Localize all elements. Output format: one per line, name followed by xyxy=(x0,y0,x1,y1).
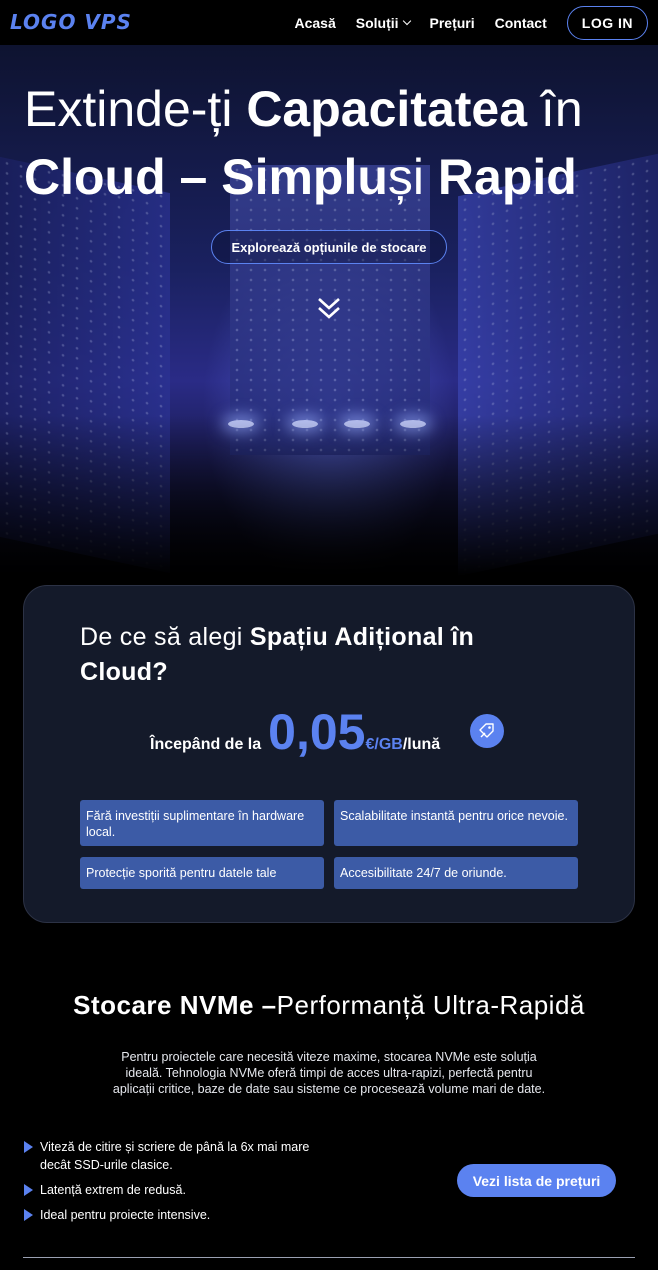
nvme-benefits-list: Viteză de citire și scriere de până la 6… xyxy=(24,1138,324,1231)
login-button[interactable]: LOG IN xyxy=(566,6,648,40)
nvme-section-title: Stocare NVMe –Performanță Ultra-Rapidă xyxy=(73,990,585,1020)
list-item: Viteză de citire și scriere de până la 6… xyxy=(24,1138,324,1174)
card-title: De ce să alegi Spațiu Adițional în Cloud… xyxy=(80,623,475,686)
double-chevron-down-icon[interactable] xyxy=(316,295,342,321)
feature-no-investment: Fără investiții suplimentare în hardware… xyxy=(80,800,324,846)
section-divider xyxy=(23,1257,635,1258)
nav-item-prices[interactable]: Prețuri xyxy=(430,15,475,31)
list-item: Ideal pentru proiecte intensive. xyxy=(24,1206,324,1224)
price-tag-icon xyxy=(470,714,504,748)
explore-storage-button[interactable]: Explorează opțiunile de stocare xyxy=(211,230,447,264)
logo[interactable]: LOGO VPS xyxy=(10,10,132,34)
bullet-triangle-icon xyxy=(24,1209,33,1221)
main-nav: Acasă Soluții Prețuri Contact LOG IN xyxy=(294,6,648,40)
view-price-list-button[interactable]: Vezi lista de prețuri xyxy=(457,1164,616,1197)
bullet-triangle-icon xyxy=(24,1184,33,1196)
why-cloud-card: De ce să alegi Spațiu Adițional în Cloud… xyxy=(23,585,635,923)
feature-protection: Protecție sporită pentru datele tale xyxy=(80,857,324,889)
nav-item-home[interactable]: Acasă xyxy=(294,15,335,31)
nav-item-contact[interactable]: Contact xyxy=(495,15,547,31)
feature-accessibility: Accesibilitate 24/7 de oriunde. xyxy=(334,857,578,889)
chevron-down-icon xyxy=(402,16,411,26)
feature-scalability: Scalabilitate instantă pentru orice nevo… xyxy=(334,800,578,846)
hero-title: Extinde-ți Capacitatea în Cloud – Simplu… xyxy=(24,81,583,205)
hero-section: Extinde-ți Capacitatea în Cloud – Simplu… xyxy=(0,45,658,605)
price-period: /lună xyxy=(402,736,441,753)
list-item: Latență extrem de redusă. xyxy=(24,1181,324,1199)
price-display: Începând de la 0,05 €/GB /lună xyxy=(150,704,440,760)
nav-item-solutions[interactable]: Soluții xyxy=(355,15,411,31)
price-amount: 0,05 xyxy=(268,704,366,760)
price-unit: €/GB xyxy=(365,736,403,753)
price-from-label: Începând de la xyxy=(150,736,262,753)
nav-item-solutions-label: Soluții xyxy=(355,15,399,31)
bullet-triangle-icon xyxy=(24,1141,33,1153)
top-nav-bar: LOGO VPS Acasă Soluții Prețuri Contact L… xyxy=(0,0,658,45)
nvme-description: Pentru proiectele care necesită viteze m… xyxy=(112,1050,546,1096)
